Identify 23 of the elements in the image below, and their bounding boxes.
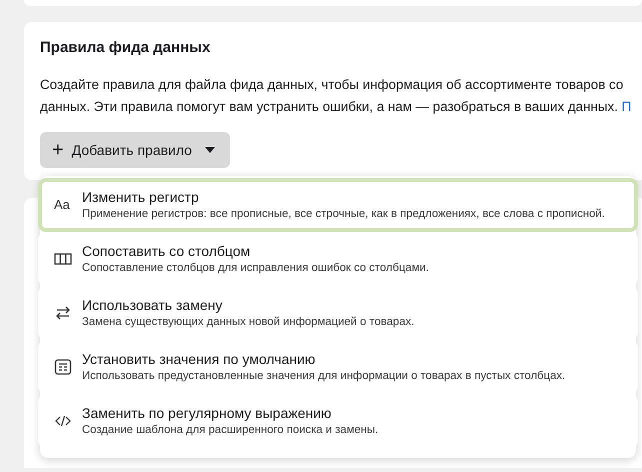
- item-title: Сопоставить со столбцом: [82, 242, 252, 260]
- menu-item[interactable]: Заменить по регулярному выражению Создание шаблона для расширенного поиска и замены.: [38, 394, 638, 448]
- text-case-icon: Aa: [54, 196, 72, 214]
- section-title: Правила фида данных: [40, 38, 212, 58]
- swap-arrows-icon: [54, 304, 72, 322]
- item-title: Установить значения по умолчанию: [82, 350, 316, 368]
- item-description: Замена существующих данных новой информацией о товарах.: [82, 315, 414, 330]
- item-title: Использовать замену: [82, 296, 224, 314]
- help-link[interactable]: П: [622, 99, 632, 114]
- menu-item[interactable]: Aa Изменить регистр Применение регистров: все прописные, все строчные, как в предложениях, все слова с прописной.: [38, 178, 638, 232]
- item-description: Применение регистров: все прописные, все строчные, как в предложениях, все слова с прописной.: [82, 207, 605, 222]
- item-title: Изменить регистр: [82, 188, 200, 206]
- menu-item[interactable]: Использовать замену Замена существующих данных новой информацией о товарах.: [38, 286, 638, 340]
- form-icon: [54, 358, 72, 376]
- item-description: Использовать предустановленные значения для информации о товарах в пустых столбцах.: [82, 369, 566, 384]
- plus-icon: +: [52, 140, 64, 160]
- add-rule-button[interactable]: + Добавить правило: [40, 132, 230, 168]
- item-title: Заменить по регулярному выражению: [82, 404, 332, 422]
- item-description: Сопоставление столбцов для исправления ошибок со столбцами.: [82, 261, 429, 276]
- caret-icon: [204, 146, 216, 154]
- item-description: Создание шаблона для расширенного поиска и замены.: [82, 423, 378, 438]
- menu-item[interactable]: Установить значения по умолчанию Использовать предустановленные значения для информации о товарах в пустых столбцах.: [38, 340, 638, 394]
- menu-item[interactable]: Сопоставить со столбцом Сопоставление столбцов для исправления ошибок со столбцами.: [38, 232, 638, 286]
